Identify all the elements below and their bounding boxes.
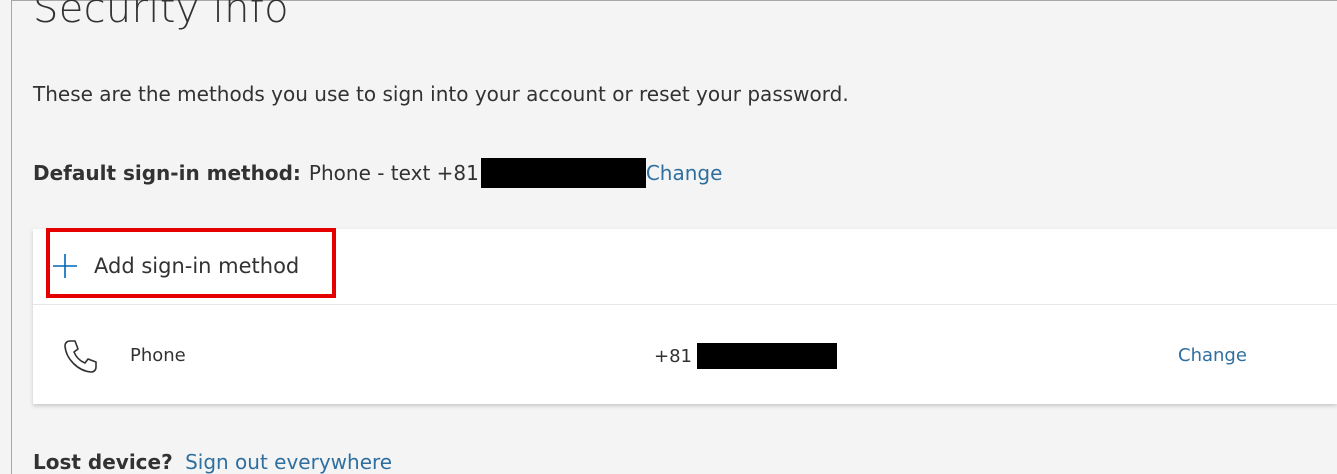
add-method-row: Add sign-in method: [33, 228, 1337, 305]
page-description: These are the methods you use to sign in…: [33, 82, 849, 106]
method-name: Phone: [130, 345, 186, 366]
method-value-prefix: +81: [654, 345, 692, 367]
default-sign-in-method: Default sign-in method: Phone - text +81…: [33, 158, 722, 188]
redacted-phone-number: [480, 158, 646, 188]
default-method-value: Phone - text +81: [308, 161, 479, 185]
default-method-change-link[interactable]: Change: [646, 161, 723, 185]
lost-device-label: Lost device?: [33, 450, 173, 474]
method-change-link[interactable]: Change: [1178, 345, 1247, 366]
add-sign-in-method-button[interactable]: Add sign-in method: [52, 253, 299, 279]
add-sign-in-method-label: Add sign-in method: [94, 254, 300, 278]
method-value: +81: [654, 343, 837, 369]
lost-device: Lost device? Sign out everywhere: [33, 450, 392, 474]
sign-out-everywhere-link[interactable]: Sign out everywhere: [185, 450, 392, 474]
redacted-method-number: [697, 343, 837, 369]
method-row-phone: Phone +81 Change: [33, 305, 1337, 404]
frame-left-border: [11, 0, 12, 474]
page-title: Security info: [33, 0, 289, 32]
default-method-label: Default sign-in method:: [33, 161, 301, 185]
plus-icon: [52, 253, 78, 279]
methods-card: Add sign-in method Phone +81 Change: [33, 228, 1337, 404]
phone-icon: [61, 337, 99, 375]
